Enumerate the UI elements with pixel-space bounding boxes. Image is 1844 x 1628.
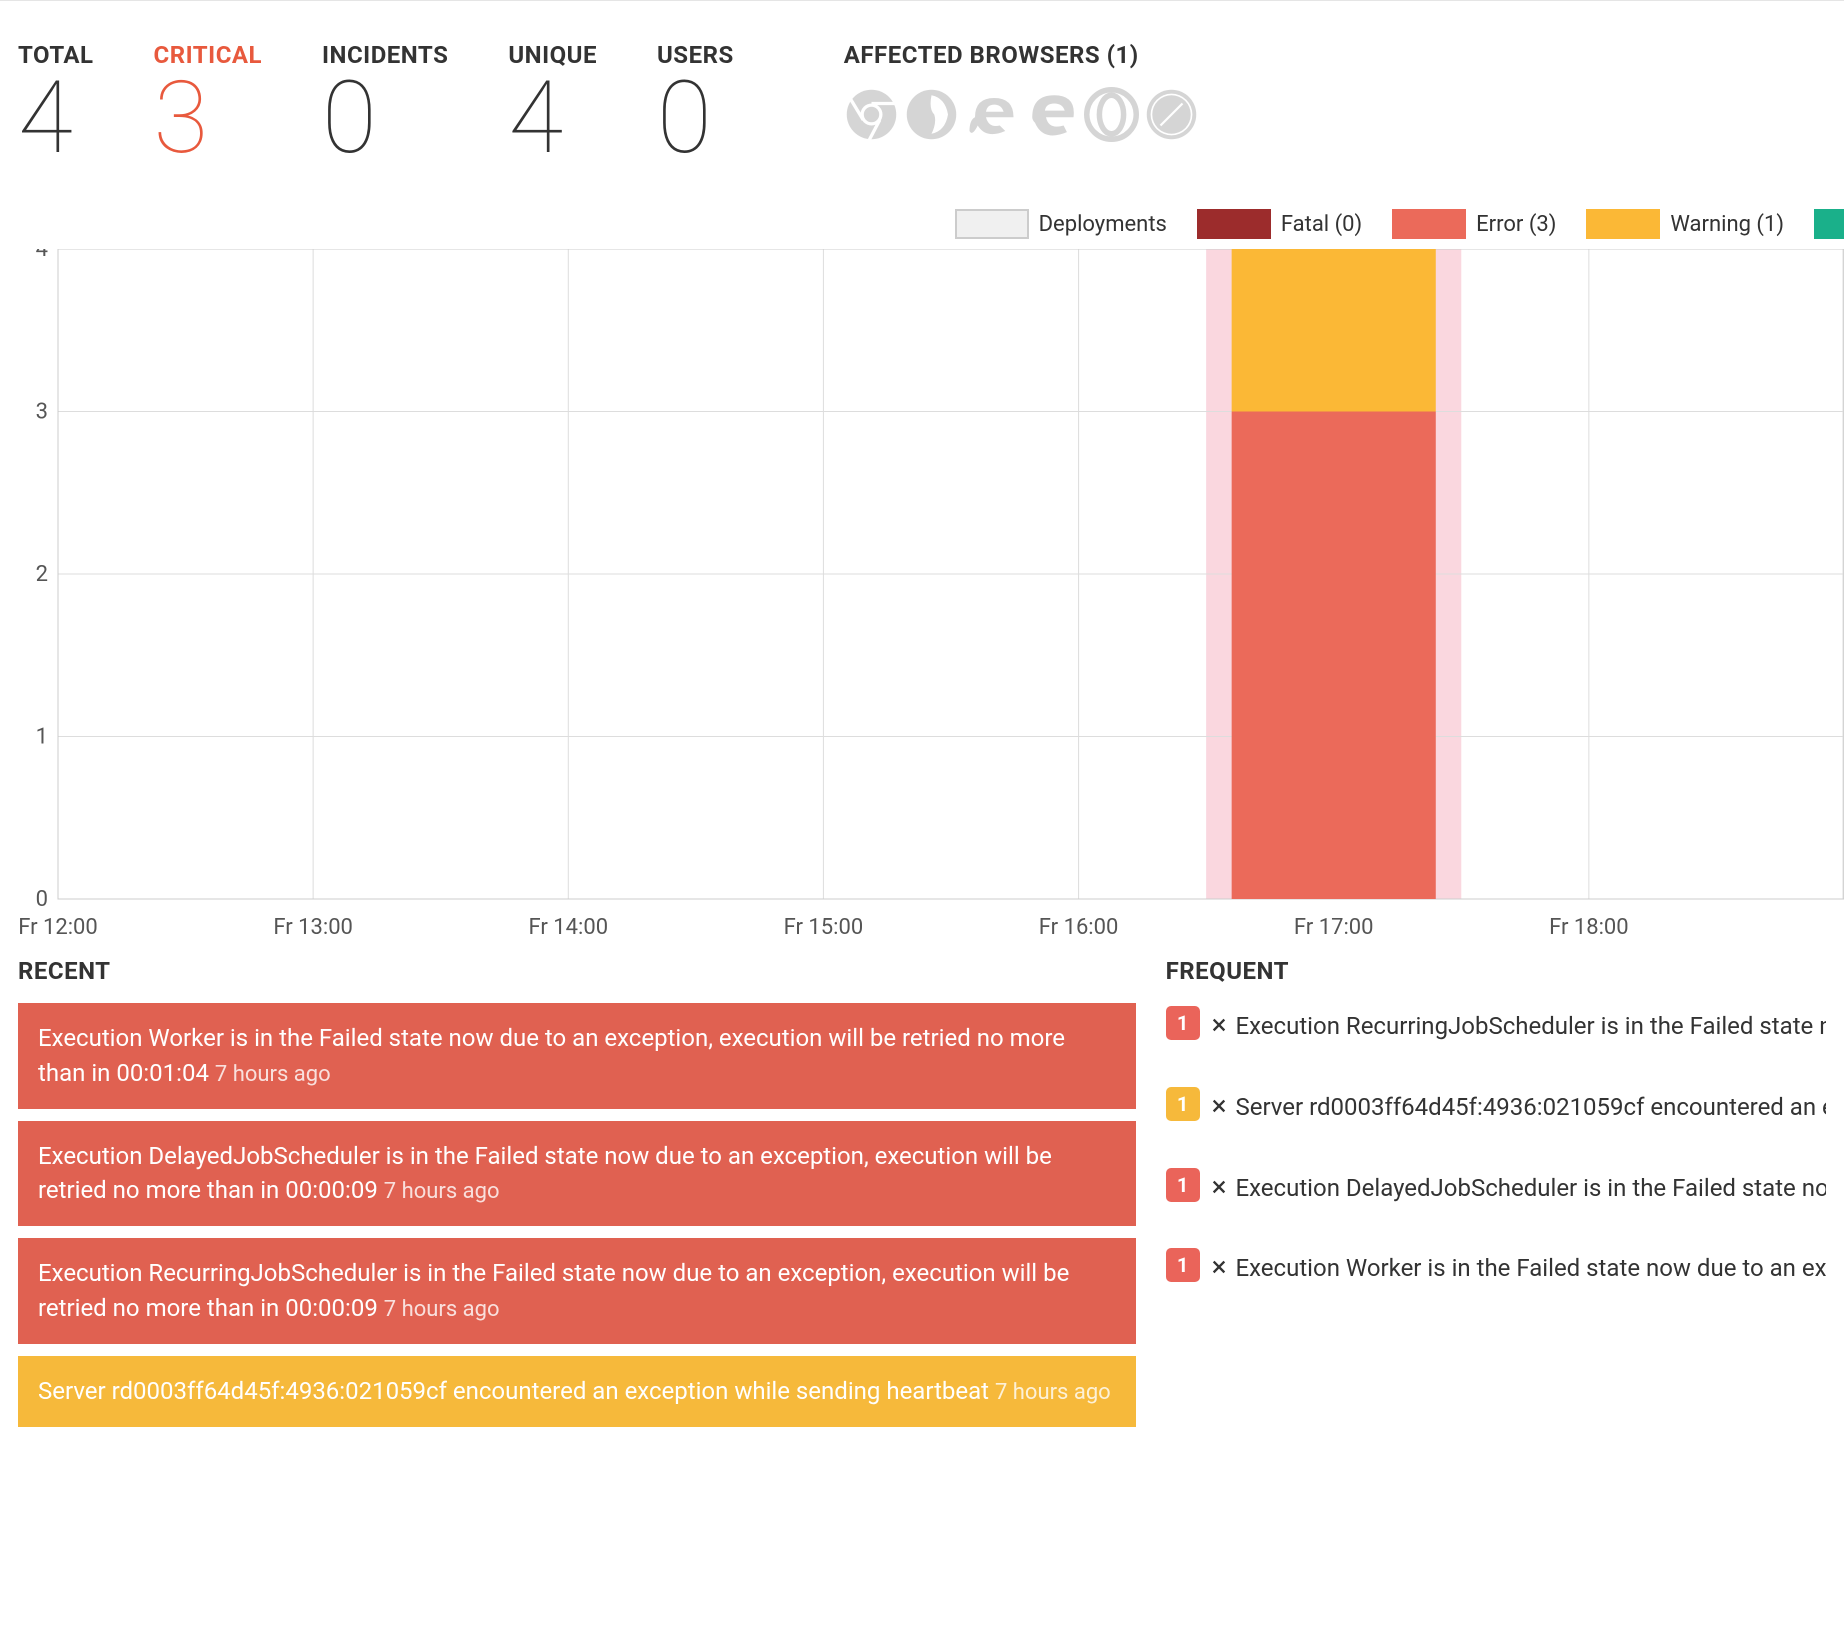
- recent-item-ago: 7 hours ago: [995, 1380, 1111, 1405]
- legend-label: Deployments: [1039, 212, 1167, 237]
- metric-value: 3: [154, 69, 262, 169]
- metric-value: 0: [657, 69, 734, 169]
- count-badge: 1: [1166, 1248, 1200, 1282]
- swatch-icon: [1814, 209, 1844, 239]
- frequent-item[interactable]: 1 × Execution RecurringJobScheduler is in…: [1166, 1003, 1826, 1048]
- safari-icon[interactable]: [1144, 87, 1199, 142]
- recent-item-text: Server rd0003ff64d45f:4936:021059cf enco…: [38, 1377, 995, 1405]
- swatch-icon: [955, 209, 1029, 239]
- metric-incidents[interactable]: INCIDENTS 0: [322, 41, 448, 169]
- firefox-icon[interactable]: [904, 87, 959, 142]
- bar-chart[interactable]: 01234Fr 12:00Fr 13:00Fr 14:00Fr 15:00Fr …: [18, 249, 1844, 899]
- svg-text:Fr 18:00: Fr 18:00: [1549, 915, 1629, 940]
- count-badge: 1: [1166, 1006, 1200, 1040]
- svg-text:4: 4: [36, 249, 48, 262]
- frequent-item[interactable]: 1 × Execution DelayedJobScheduler is in t…: [1166, 1165, 1826, 1210]
- metric-users[interactable]: USERS 0: [657, 41, 734, 169]
- recent-item-text: Execution Worker is in the Failed state …: [38, 1024, 1065, 1087]
- metric-unique[interactable]: UNIQUE 4: [508, 41, 597, 169]
- recent-item-text: Execution DelayedJobScheduler is in the …: [38, 1142, 1052, 1205]
- legend-label: Warning (1): [1670, 212, 1784, 237]
- svg-text:0: 0: [36, 887, 48, 912]
- affected-browsers: AFFECTED BROWSERS (1): [844, 41, 1199, 142]
- times-icon: ×: [1212, 1250, 1234, 1283]
- frequent-item-message: Execution Worker is in the Failed state …: [1235, 1254, 1826, 1282]
- frequent-item[interactable]: 1 × Execution Worker is in the Failed sta…: [1166, 1245, 1826, 1290]
- legend-info[interactable]: [1814, 209, 1844, 239]
- count-badge: 1: [1166, 1168, 1200, 1202]
- chart-area: Deployments Fatal (0) Error (3) Warning …: [0, 209, 1844, 899]
- times-icon: ×: [1212, 1008, 1234, 1041]
- recent-item[interactable]: Execution DelayedJobScheduler is in the …: [18, 1121, 1136, 1227]
- times-icon: ×: [1212, 1089, 1234, 1122]
- frequent-item-message: Server rd0003ff64d45f:4936:021059cf enco…: [1235, 1093, 1826, 1121]
- recent-item-text: Execution RecurringJobScheduler is in th…: [38, 1259, 1069, 1322]
- metric-critical[interactable]: CRITICAL 3: [154, 41, 262, 169]
- browsers-label: AFFECTED BROWSERS (1): [844, 41, 1199, 69]
- metric-value: 4: [18, 69, 94, 169]
- recent-item[interactable]: Server rd0003ff64d45f:4936:021059cf enco…: [18, 1356, 1136, 1427]
- svg-text:Fr 16:00: Fr 16:00: [1039, 915, 1119, 940]
- frequent-item-text: × Execution Worker is in the Failed stat…: [1210, 1245, 1826, 1290]
- ie-icon[interactable]: [964, 87, 1019, 142]
- svg-text:Fr 13:00: Fr 13:00: [273, 915, 353, 940]
- svg-text:Fr 12:00: Fr 12:00: [18, 915, 98, 940]
- recent-item[interactable]: Execution Worker is in the Failed state …: [18, 1003, 1136, 1109]
- legend-fatal[interactable]: Fatal (0): [1197, 209, 1362, 239]
- recent-column: RECENT Execution Worker is in the Failed…: [18, 957, 1136, 1439]
- svg-text:3: 3: [36, 400, 48, 425]
- opera-icon[interactable]: [1084, 87, 1139, 142]
- metric-value: 4: [508, 69, 597, 169]
- frequent-column: FREQUENT 1× Execution RecurringJobSchedu…: [1166, 957, 1826, 1439]
- header-metrics: TOTAL 4 CRITICAL 3 INCIDENTS 0 UNIQUE 4 …: [0, 0, 1844, 169]
- legend-error[interactable]: Error (3): [1392, 209, 1556, 239]
- edge-icon[interactable]: [1024, 87, 1079, 142]
- metric-total[interactable]: TOTAL 4: [18, 41, 94, 169]
- svg-text:1: 1: [36, 725, 48, 750]
- recent-item-ago: 7 hours ago: [215, 1062, 331, 1087]
- count-badge: 1: [1166, 1087, 1200, 1121]
- frequent-item[interactable]: 1 × Server rd0003ff64d45f:4936:021059cf e…: [1166, 1084, 1826, 1129]
- swatch-icon: [1586, 209, 1660, 239]
- recent-item[interactable]: Execution RecurringJobScheduler is in th…: [18, 1238, 1136, 1344]
- frequent-item-text: × Execution RecurringJobScheduler is in …: [1210, 1003, 1826, 1048]
- metric-value: 0: [322, 69, 448, 169]
- lists-section: RECENT Execution Worker is in the Failed…: [0, 939, 1844, 1457]
- swatch-icon: [1392, 209, 1466, 239]
- svg-text:2: 2: [36, 562, 48, 587]
- times-icon: ×: [1212, 1170, 1234, 1203]
- recent-item-ago: 7 hours ago: [384, 1297, 500, 1322]
- swatch-icon: [1197, 209, 1271, 239]
- legend-label: Fatal (0): [1281, 212, 1362, 237]
- chrome-icon[interactable]: [844, 87, 899, 142]
- legend-label: Error (3): [1476, 212, 1556, 237]
- chart-legend: Deployments Fatal (0) Error (3) Warning …: [18, 209, 1844, 239]
- legend-deployments[interactable]: Deployments: [955, 209, 1167, 239]
- frequent-item-message: Execution RecurringJobScheduler is in th…: [1235, 1012, 1826, 1040]
- svg-text:Fr 15:00: Fr 15:00: [784, 915, 864, 940]
- legend-warning[interactable]: Warning (1): [1586, 209, 1784, 239]
- frequent-item-message: Execution DelayedJobScheduler is in the …: [1235, 1174, 1826, 1202]
- frequent-item-text: × Execution DelayedJobScheduler is in th…: [1210, 1165, 1826, 1210]
- svg-text:Fr 14:00: Fr 14:00: [528, 915, 608, 940]
- svg-text:Fr 17:00: Fr 17:00: [1294, 915, 1374, 940]
- frequent-item-text: × Server rd0003ff64d45f:4936:021059cf en…: [1210, 1084, 1826, 1129]
- recent-item-ago: 7 hours ago: [384, 1179, 500, 1204]
